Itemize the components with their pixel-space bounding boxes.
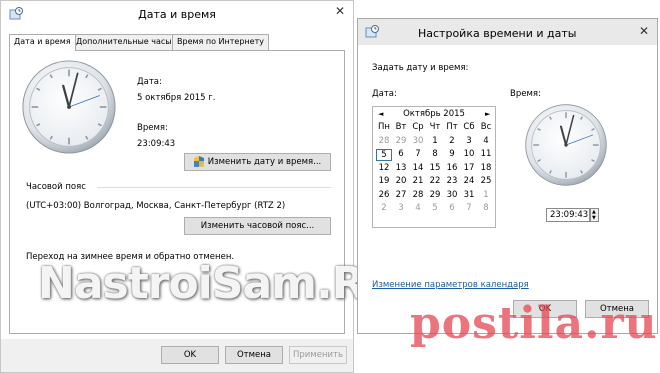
uac-shield-icon [193,156,204,167]
calendar-day[interactable]: 5 [427,203,443,213]
calendar-day[interactable]: 9 [444,149,460,159]
calendar-day[interactable]: 29 [393,136,409,146]
calendar-day[interactable]: 24 [461,176,477,186]
calendar-day[interactable]: 3 [393,203,409,213]
change-datetime-label: Изменить дату и время... [207,157,322,167]
time-value: 23:09:43 [137,139,176,149]
calendar-day[interactable]: 21 [410,176,426,186]
timezone-value: (UTC+03:00) Волгоград, Москва, Санкт-Пет… [26,201,286,211]
calendar-day[interactable]: 25 [478,176,494,186]
calendar-day[interactable]: 27 [393,190,409,200]
calendar-day[interactable]: 28 [376,136,392,146]
close-icon[interactable]: ✕ [634,22,654,40]
calendar-day[interactable]: 4 [478,136,494,146]
ok-button[interactable]: OK [161,346,219,364]
calendar-day[interactable]: 26 [376,190,392,200]
calendar-weekday: Чт [429,122,441,132]
tab-additional-clocks[interactable]: Дополнительные часы [71,34,177,50]
calendar-month-title[interactable]: Октябрь 2015 [397,109,471,119]
calendar-day[interactable]: 8 [427,149,443,159]
calendar-day[interactable]: 1 [427,136,443,146]
postila-watermark: postila.ru [410,298,658,349]
calendar-day[interactable]: 22 [427,176,443,186]
calendar-day[interactable]: 12 [376,163,392,173]
calendar-day[interactable]: 2 [444,136,460,146]
calendar-day[interactable]: 5 [376,149,392,161]
set-datetime-instruction: Задать дату и время: [372,63,469,73]
clock-time-label: Время: [510,89,541,99]
calendar-day[interactable]: 1 [478,190,494,200]
calendar: ◄ Октябрь 2015 ► Пн Вт Ср Чт Пт Сб Вс 28 29 30 1 2 3… [372,106,496,228]
calendar-settings-link[interactable]: Изменение параметров календаря [372,280,529,290]
calendar-weekday: Вс [480,122,492,132]
calendar-day[interactable]: 15 [427,163,443,173]
analog-clock-right [525,104,607,186]
date-time-dialog: Дата и время ✕ Дата и время Дополнительн… [0,0,354,373]
calendar-day[interactable]: 30 [410,136,426,146]
window-title: Дата и время [138,8,216,21]
button-bar: OK Отмена Применить [1,339,353,372]
calendar-date-label: Дата: [372,89,397,99]
calendar-next-icon[interactable]: ► [485,110,490,118]
calendar-day[interactable]: 14 [410,163,426,173]
spin-down-icon[interactable]: ▼ [592,215,596,221]
datetime-settings-dialog: Настройка времени и даты ✕ Задать дату и… [357,18,658,334]
time-input[interactable]: 23:09:43 [546,208,590,222]
screenshot: Дата и время ✕ Дата и время Дополнительн… [0,0,660,373]
date-value: 5 октября 2015 г. [137,93,216,103]
calendar-day[interactable]: 4 [410,203,426,213]
calendar-day[interactable]: 23 [444,176,460,186]
calendar-day[interactable]: 11 [478,149,494,159]
date-label: Дата: [137,77,162,87]
calendar-day[interactable]: 8 [478,203,494,213]
calendar-weekday: Вт [395,122,407,132]
calendar-day[interactable]: 20 [393,176,409,186]
tab-date-time[interactable]: Дата и время [9,34,76,51]
change-timezone-button[interactable]: Изменить часовой пояс... [184,217,331,235]
window-title-right: Настройка времени и даты [418,27,577,40]
calendar-day[interactable]: 7 [410,149,426,159]
calendar-day[interactable]: 31 [461,190,477,200]
calendar-day[interactable]: 2 [376,203,392,213]
calendar-day[interactable]: 3 [461,136,477,146]
calendar-prev-icon[interactable]: ◄ [378,110,383,118]
calendar-weekday: Пн [378,122,390,132]
cancel-button[interactable]: Отмена [225,346,283,364]
calendar-day[interactable]: 29 [427,190,443,200]
time-spinner[interactable]: ▲ ▼ [590,208,599,222]
calendar-day[interactable]: 30 [444,190,460,200]
calendar-day[interactable]: 16 [444,163,460,173]
calendar-day[interactable]: 6 [444,203,460,213]
time-label: Время: [137,123,168,133]
site-watermark: NastroiSam.RU [38,258,400,309]
calendar-day[interactable]: 7 [461,203,477,213]
timezone-divider [97,187,331,188]
datetime-app-icon [365,25,379,38]
calendar-day[interactable]: 17 [461,163,477,173]
title-bar-right: Настройка времени и даты ✕ [358,19,657,45]
calendar-day[interactable]: 13 [393,163,409,173]
calendar-day[interactable]: 6 [393,149,409,159]
calendar-weekday: Пт [446,122,458,132]
title-bar: Дата и время ✕ [1,1,353,27]
calendar-day[interactable]: 28 [410,190,426,200]
change-datetime-button[interactable]: Изменить дату и время... [184,153,331,171]
timezone-header: Часовой пояс [26,182,86,192]
calendar-day[interactable]: 19 [376,176,392,186]
calendar-day[interactable]: 18 [478,163,494,173]
calendar-weekday: Сб [463,122,475,132]
tab-internet-time[interactable]: Время по Интернету [172,34,269,50]
calendar-weekday: Ср [412,122,424,132]
apply-button[interactable]: Применить [289,346,347,364]
close-icon[interactable]: ✕ [327,1,353,21]
calendar-day[interactable]: 10 [461,149,477,159]
analog-clock [22,60,116,154]
